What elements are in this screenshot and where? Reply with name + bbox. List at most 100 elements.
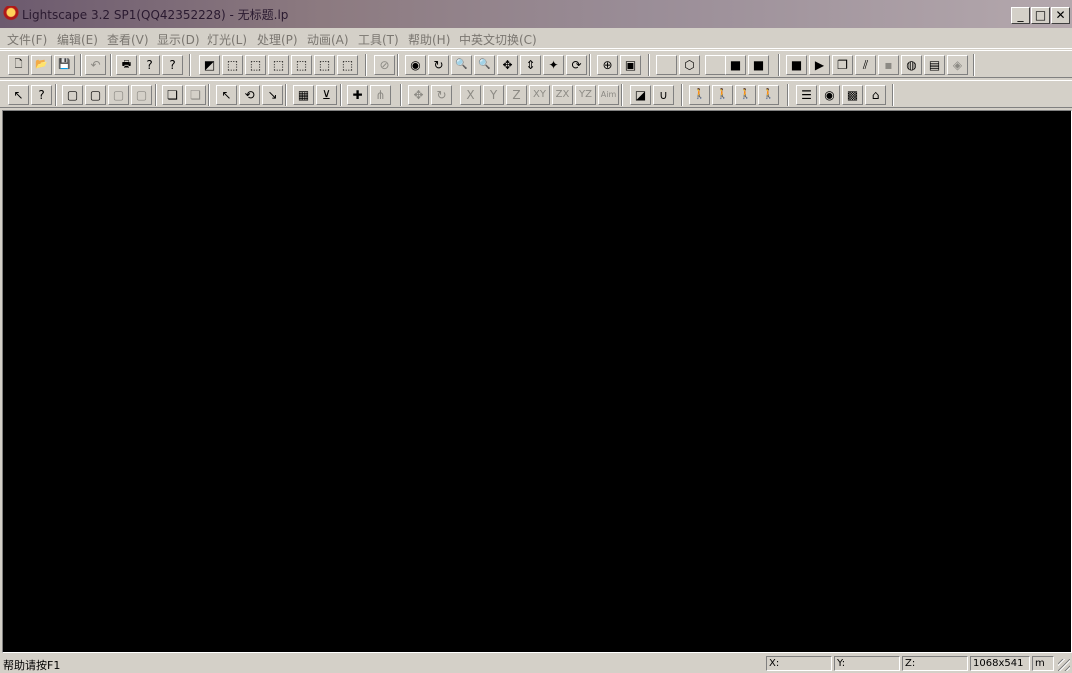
title-bar: Lightscape 3.2 SP1(QQ42352228) - 无标题.lp …	[0, 0, 1072, 28]
add-light-icon[interactable]: ✚	[347, 85, 368, 105]
pan-icon[interactable]: ✥	[497, 55, 518, 75]
menu-file[interactable]: 文件(F)	[7, 31, 47, 48]
3d-viewport[interactable]	[2, 110, 1072, 653]
select-pointer-icon[interactable]: ↖	[216, 85, 237, 105]
axis-aim-button[interactable]: Aim	[598, 85, 619, 105]
axis-yz-button[interactable]: YZ	[575, 85, 596, 105]
main-toolbar-separator	[189, 54, 191, 76]
render-flip-icon[interactable]: ▶	[809, 55, 830, 75]
menu-process[interactable]: 处理(P)	[257, 31, 298, 48]
view-cube-2-icon[interactable]: ⬚	[245, 55, 266, 75]
zoom-previous-icon[interactable]: ⊘	[374, 55, 395, 75]
zoom-extents-icon[interactable]: ⊕	[597, 55, 618, 75]
blank-display-2-icon[interactable]	[705, 55, 726, 75]
axis-x-button[interactable]: X	[460, 85, 481, 105]
shaded-cube-icon[interactable]: ■	[748, 55, 769, 75]
context-help-icon[interactable]: ?	[162, 55, 183, 75]
axis-z-button[interactable]: Z	[506, 85, 527, 105]
walk-3-icon[interactable]: 🚶	[735, 85, 756, 105]
menu-tools[interactable]: 工具(T)	[358, 31, 399, 48]
block-icon[interactable]: ▩	[842, 85, 863, 105]
view-cube-4-icon[interactable]: ⬚	[291, 55, 312, 75]
new-icon[interactable]: 🗋	[8, 55, 29, 75]
maximize-button[interactable]: □	[1031, 7, 1050, 24]
walk-4-icon[interactable]: 🚶	[758, 85, 779, 105]
layers-icon[interactable]: ☰	[796, 85, 817, 105]
lamp-icon[interactable]: ⌂	[865, 85, 886, 105]
view-perspective-icon[interactable]: ◩	[199, 55, 220, 75]
app-icon[interactable]	[3, 6, 19, 22]
axis-y-button[interactable]: Y	[483, 85, 504, 105]
edit-toolbar-separator	[208, 84, 210, 106]
menu-help[interactable]: 帮助(H)	[408, 31, 450, 48]
rotate-view-icon[interactable]: ↻	[428, 55, 449, 75]
zoom-in-icon[interactable]: 🔍	[451, 55, 472, 75]
select-arrow-icon[interactable]: ↖	[8, 85, 29, 105]
zoom-out-icon[interactable]: 🔍	[474, 55, 495, 75]
help-icon[interactable]: ?	[139, 55, 160, 75]
menu-display[interactable]: 显示(D)	[157, 31, 200, 48]
axis-xy-button[interactable]: XY	[529, 85, 550, 105]
edit-table-icon[interactable]: ▦	[293, 85, 314, 105]
transform-icon[interactable]: ⟲	[239, 85, 260, 105]
print-icon[interactable]: 🖶	[116, 55, 137, 75]
undo-icon[interactable]: ↶	[85, 55, 106, 75]
pick-icon[interactable]: ↘	[262, 85, 283, 105]
solid-cube-icon[interactable]: ■	[725, 55, 746, 75]
rotate-icon[interactable]: ↻	[431, 85, 452, 105]
close-button[interactable]: ✕	[1051, 7, 1070, 24]
blank-display-icon[interactable]	[656, 55, 677, 75]
main-toolbar-separator	[778, 54, 780, 76]
select-help-icon[interactable]: ?	[31, 85, 52, 105]
dolly-icon[interactable]: ⇕	[520, 55, 541, 75]
move-icon[interactable]: ✥	[408, 85, 429, 105]
magnet-icon[interactable]: ∪	[653, 85, 674, 105]
menu-language-switch[interactable]: 中英文切换(C)	[459, 31, 537, 48]
globe-icon[interactable]: ◍	[901, 55, 922, 75]
copy-page-disabled-icon[interactable]: ❏	[185, 85, 206, 105]
menu-light[interactable]: 灯光(L)	[207, 31, 247, 48]
resize-grip[interactable]	[1058, 659, 1070, 671]
render-object-icon[interactable]: ■	[786, 55, 807, 75]
refresh-icon[interactable]: ⟳	[566, 55, 587, 75]
frame-icon[interactable]: ▤	[924, 55, 945, 75]
tag-icon[interactable]: ◪	[630, 85, 651, 105]
orbit-icon[interactable]: ◉	[405, 55, 426, 75]
node-icon[interactable]: ⋔	[370, 85, 391, 105]
select-x2-icon[interactable]: ▢	[131, 85, 152, 105]
edit-toolbar-separator	[621, 84, 623, 106]
camera-icon[interactable]: ▣	[620, 55, 641, 75]
view-cube-6-icon[interactable]: ⬚	[337, 55, 358, 75]
select-box-icon[interactable]: ▢	[62, 85, 83, 105]
open-icon[interactable]: 📂	[31, 55, 52, 75]
grey-square-icon[interactable]: ▪	[878, 55, 899, 75]
material-icon[interactable]: ◉	[819, 85, 840, 105]
main-toolbar-separator	[110, 54, 112, 76]
wireframe-icon[interactable]: ⬡	[679, 55, 700, 75]
layer-copy-icon[interactable]: ❐	[832, 55, 853, 75]
fly-icon[interactable]: ✦	[543, 55, 564, 75]
menu-bar: 文件(F) 编辑(E) 查看(V) 显示(D) 灯光(L) 处理(P) 动画(A…	[0, 28, 1072, 49]
render-disabled-icon[interactable]: ◈	[947, 55, 968, 75]
minimize-button[interactable]: _	[1011, 7, 1030, 24]
save-icon[interactable]: 💾	[54, 55, 75, 75]
status-x-coordinate: X:	[766, 656, 832, 671]
view-cube-3-icon[interactable]: ⬚	[268, 55, 289, 75]
status-z-coordinate: Z:	[902, 656, 968, 671]
walk-2-icon[interactable]: 🚶	[712, 85, 733, 105]
texture-icon[interactable]: ⫽	[855, 55, 876, 75]
view-cube-1-icon[interactable]: ⬚	[222, 55, 243, 75]
walk-1-icon[interactable]: 🚶	[689, 85, 710, 105]
filter-icon[interactable]: ⊻	[316, 85, 337, 105]
menu-animate[interactable]: 动画(A)	[307, 31, 349, 48]
menu-view[interactable]: 查看(V)	[107, 31, 149, 48]
select-x-icon[interactable]: ▢	[108, 85, 129, 105]
copy-page-icon[interactable]: ❏	[162, 85, 183, 105]
status-help-text: 帮助请按F1	[3, 659, 61, 672]
view-cube-5-icon[interactable]: ⬚	[314, 55, 335, 75]
menu-edit[interactable]: 编辑(E)	[57, 31, 98, 48]
main-toolbar-separator	[589, 54, 591, 76]
main-toolbar-separator	[365, 54, 367, 76]
select-zoom-icon[interactable]: ▢	[85, 85, 106, 105]
axis-zx-button[interactable]: ZX	[552, 85, 573, 105]
